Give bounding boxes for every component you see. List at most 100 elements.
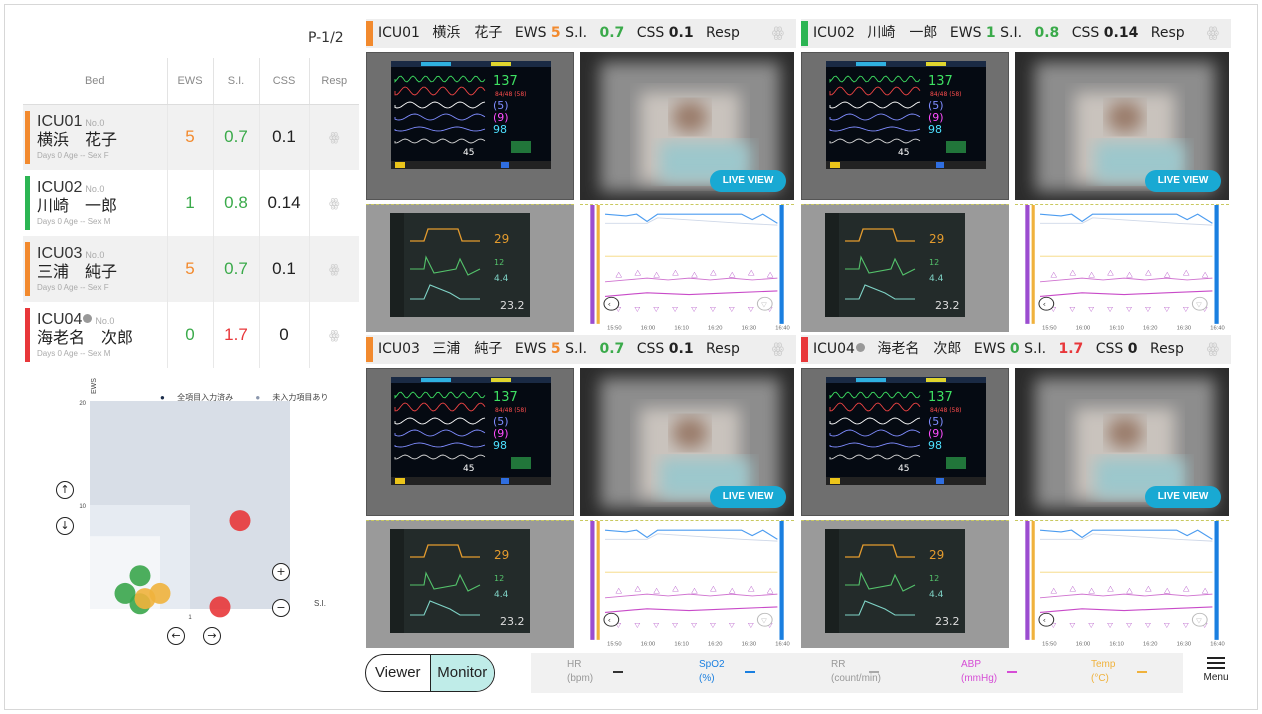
panel-bed-id: ICU02 <box>813 25 855 41</box>
ventilator-view[interactable]: 29 12 4.4 23.2 <box>801 204 1009 332</box>
panel-header[interactable]: ICU04 海老名 次郎 EWS 0 S.I. 1.7 CSS 0 Resp ꙮ <box>801 335 1231 364</box>
live-view-button[interactable]: LIVE VIEW <box>1145 170 1221 192</box>
panel-header[interactable]: ICU03 三浦 純子 EWS 5 S.I. 0.7 CSS 0.1 Resp … <box>366 335 796 364</box>
bed-cell[interactable]: ICU04 No.0 海老名 次郎 Days 0 Age -- Sex M <box>23 302 168 368</box>
bed-cell[interactable]: ICU01 No.0 横浜 花子 Days 0 Age -- Sex F <box>23 104 168 170</box>
svg-text:△: △ <box>748 584 755 592</box>
x-tick-1: 1 <box>188 615 192 621</box>
patient-panel-icu04[interactable]: ICU04 海老名 次郎 EWS 0 S.I. 1.7 CSS 0 Resp ꙮ… <box>801 335 1231 648</box>
panel-patient-name: 川崎 一郎 <box>867 25 938 41</box>
monitor-screen: 13784/48 (58)(5)(9)9845 <box>826 61 986 169</box>
ventilator-view[interactable]: 29 12 4.4 23.2 <box>801 520 1009 648</box>
scroll-right-button[interactable]: → <box>203 627 221 645</box>
trend-time-label: 16:30 <box>1177 326 1191 332</box>
patient-panel-icu02[interactable]: ICU02 川崎 一郎 EWS 1 S.I. 0.8 CSS 0.14 Resp… <box>801 19 1231 332</box>
svg-text:▽: ▽ <box>729 305 735 312</box>
svg-text:4.4: 4.4 <box>929 274 944 284</box>
panel-header[interactable]: ICU01 横浜 花子 EWS 5 S.I. 0.7 CSS 0.1 Resp … <box>366 19 796 48</box>
trend-graph[interactable]: △ ▽ △ ▽ △ ▽ △ ▽ △ ▽ △ ▽ △ ▽ △ ▽ △ ▽ ‹ ▽ 15:50 16:00 16:10 16:20… <box>580 520 794 648</box>
ventilator-screen: 29 12 4.4 23.2 <box>825 529 965 633</box>
bedside-monitor-view[interactable]: 137 84/48 (58) (5) (9) 98 45 <box>366 52 574 200</box>
panel-status-bar <box>366 337 373 362</box>
ventilator-view[interactable]: 29 12 4.4 23.2 <box>366 520 574 648</box>
info-icon[interactable] <box>855 343 865 352</box>
svg-text:△: △ <box>1202 586 1209 594</box>
scroll-down-button[interactable]: ↓ <box>56 517 74 535</box>
scroll-left-button[interactable]: ← <box>167 627 185 645</box>
patient-meta: Days 0 Age -- Sex F <box>37 151 109 161</box>
legend-missing: ● 未入力項目あり <box>255 393 329 402</box>
panel-header[interactable]: ICU02 川崎 一郎 EWS 1 S.I. 0.8 CSS 0.14 Resp… <box>801 19 1231 48</box>
bed-cell[interactable]: ICU02 No.0 川崎 一郎 Days 0 Age -- Sex M <box>23 170 168 236</box>
camera-view[interactable]: LIVE VIEW <box>580 52 794 200</box>
panel-patient-name: 横浜 花子 <box>432 25 503 41</box>
zoom-out-button[interactable]: − <box>272 599 290 617</box>
panel-patient-name: 三浦 純子 <box>432 341 503 357</box>
svg-text:△: △ <box>1126 270 1133 278</box>
scroll-up-button[interactable]: ↑ <box>56 481 74 499</box>
patient-panel-icu01[interactable]: ICU01 横浜 花子 EWS 5 S.I. 0.7 CSS 0.1 Resp … <box>366 19 796 332</box>
monitor-option[interactable]: Monitor <box>429 655 494 691</box>
viewer-option[interactable]: Viewer <box>366 655 430 691</box>
panel-ews-value: 5 <box>550 25 561 41</box>
bed-row-icu02[interactable]: ICU02 No.0 川崎 一郎 Days 0 Age -- Sex M 1 0.… <box>23 170 359 236</box>
panel-ews-label: EWS <box>949 25 982 41</box>
panel-ews-value: 0 <box>1009 341 1020 357</box>
svg-text:▽: ▽ <box>1183 305 1189 312</box>
live-view-button[interactable]: LIVE VIEW <box>1145 486 1221 508</box>
ventilator-screen: 29 12 4.4 23.2 <box>825 213 965 317</box>
bed-row-icu04[interactable]: ICU04 No.0 海老名 次郎 Days 0 Age -- Sex M 0 1… <box>23 302 359 368</box>
resp-cell: ꙮ <box>309 236 359 302</box>
camera-view[interactable]: LIVE VIEW <box>1015 52 1229 200</box>
trend-graph[interactable]: △ ▽ △ ▽ △ ▽ △ ▽ △ ▽ △ ▽ △ ▽ △ ▽ △ ▽ ‹ ▽ 15:50 16:00 16:10 16:20… <box>1015 204 1229 332</box>
svg-text:12: 12 <box>494 574 504 583</box>
monitor-screen: 13784/48 (58)(5)(9)9845 <box>391 61 551 169</box>
zoom-in-button[interactable]: + <box>272 563 290 581</box>
bed-status-bar <box>25 242 30 296</box>
svg-text:△: △ <box>691 270 698 278</box>
vital-unit: (count/min) <box>831 673 882 684</box>
svg-text:△: △ <box>1069 584 1076 592</box>
view-mode-toggle[interactable]: Viewer Monitor <box>365 654 495 692</box>
menu-button[interactable]: Menu <box>1200 654 1232 683</box>
bed-cell[interactable]: ICU03 No.0 三浦 純子 Days 0 Age -- Sex F <box>23 236 168 302</box>
patient-panel-icu03[interactable]: ICU03 三浦 純子 EWS 5 S.I. 0.7 CSS 0.1 Resp … <box>366 335 796 648</box>
panel-si-value: 0.7 <box>599 25 625 41</box>
trend-graph[interactable]: △ ▽ △ ▽ △ ▽ △ ▽ △ ▽ △ ▽ △ ▽ △ ▽ △ ▽ ‹ ▽ 15:50 16:00 16:10 16:20… <box>1015 520 1229 648</box>
bp-readout: 84/48 (58) <box>495 407 527 414</box>
hr-readout: 137 <box>493 390 518 405</box>
svg-text:29: 29 <box>494 232 509 246</box>
ews-si-scatter-plot[interactable]: EWS 20 10 1 S.I. <box>50 372 350 662</box>
svg-text:△: △ <box>1088 586 1095 594</box>
bedside-monitor-view[interactable]: 137 84/48 (58) (5) (9) 98 45 <box>801 368 1009 516</box>
svg-text:▽: ▽ <box>634 621 640 628</box>
svg-text:▽: ▽ <box>653 621 659 628</box>
info-icon[interactable] <box>83 314 93 323</box>
hr-readout: 137 <box>928 74 953 89</box>
camera-view[interactable]: LIVE VIEW <box>1015 368 1229 516</box>
camera-view[interactable]: LIVE VIEW <box>580 368 794 516</box>
vital-legend-rr: RR (count/min) <box>831 658 881 686</box>
svg-text:▽: ▽ <box>1126 621 1132 628</box>
trend-graph[interactable]: △ ▽ △ ▽ △ ▽ △ ▽ △ ▽ △ ▽ △ ▽ △ ▽ △ ▽ ‹ ▽ 15:50 16:00 16:10 16:20… <box>580 204 794 332</box>
panel-resp-label: Resp <box>1150 25 1185 41</box>
svg-text:23.2: 23.2 <box>500 299 525 312</box>
svg-text:▽: ▽ <box>1145 621 1151 628</box>
scatter-legend: ● 全項目入力済み ● 未入力項目あり <box>160 392 348 403</box>
bedside-monitor-view[interactable]: 137 84/48 (58) (5) (9) 98 45 <box>801 52 1009 200</box>
col-bed: Bed <box>23 58 168 105</box>
panel-css-label: CSS <box>1071 25 1100 41</box>
col-ews: EWS <box>167 58 214 105</box>
live-view-button[interactable]: LIVE VIEW <box>710 486 786 508</box>
css-value: 0.1 <box>259 104 310 170</box>
bedside-monitor-view[interactable]: 137 84/48 (58) (5) (9) 98 45 <box>366 368 574 516</box>
bed-row-icu03[interactable]: ICU03 No.0 三浦 純子 Days 0 Age -- Sex F 5 0.… <box>23 236 359 302</box>
bed-row-icu01[interactable]: ICU01 No.0 横浜 花子 Days 0 Age -- Sex F 5 0.… <box>23 104 359 170</box>
trend-time-label: 16:10 <box>1109 326 1123 332</box>
ventilator-view[interactable]: 29 12 4.4 23.2 <box>366 204 574 332</box>
live-view-button[interactable]: LIVE VIEW <box>710 170 786 192</box>
trend-time-label: 16:20 <box>1143 326 1157 332</box>
svg-text:▽: ▽ <box>1164 305 1170 312</box>
si-value: 0.7 <box>213 104 260 170</box>
lungs-icon: ꙮ <box>328 196 340 210</box>
